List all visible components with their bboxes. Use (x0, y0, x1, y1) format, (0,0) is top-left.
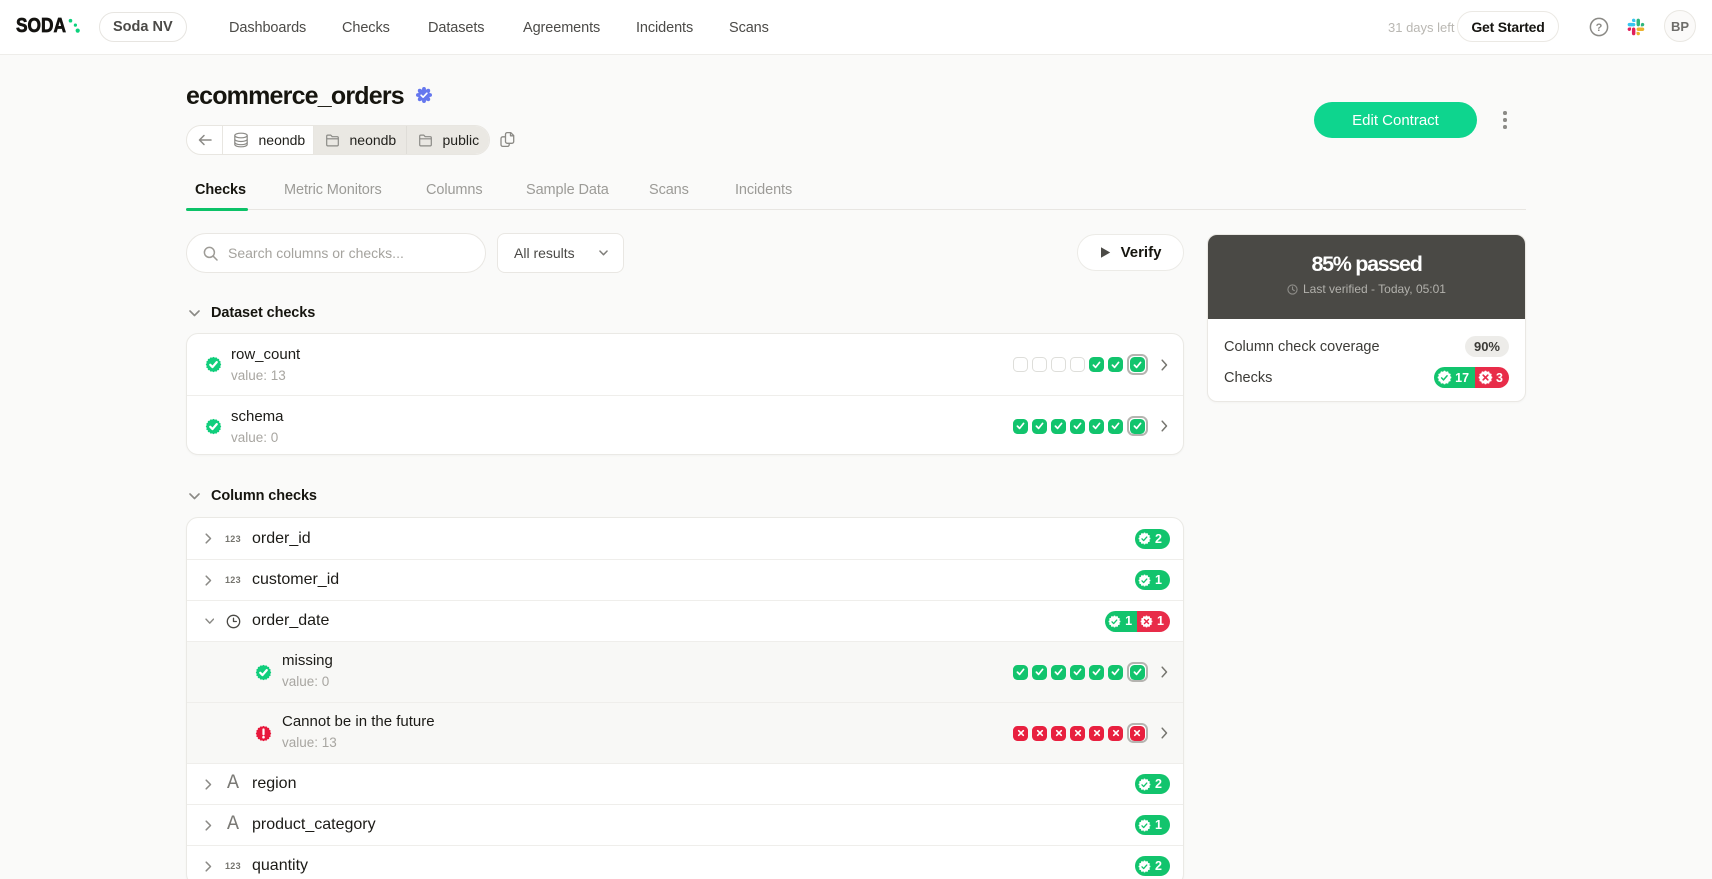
svg-text:SODA: SODA (16, 15, 66, 37)
svg-text:?: ? (1596, 22, 1603, 34)
